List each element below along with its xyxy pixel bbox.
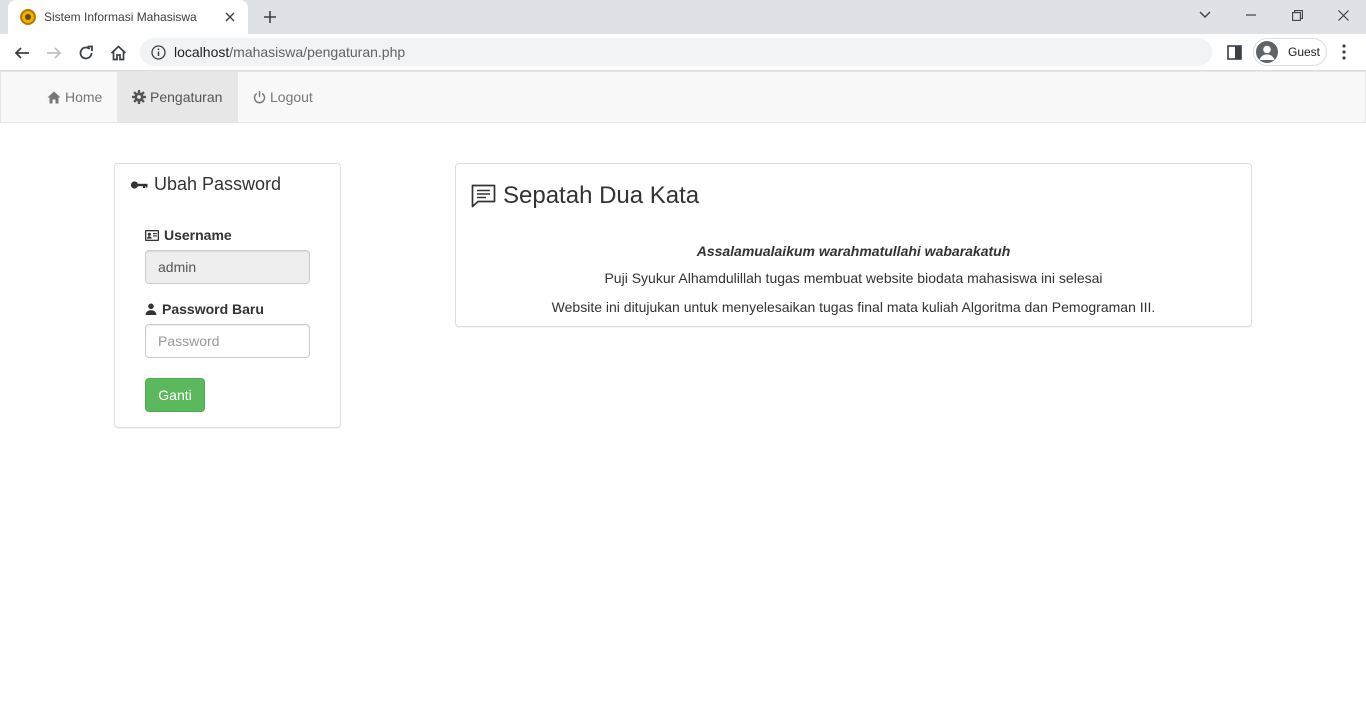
browser-tab[interactable]: Sistem Informasi Mahasiswa	[8, 0, 248, 34]
avatar-icon	[1256, 41, 1278, 63]
close-tab-icon[interactable]	[222, 9, 238, 25]
username-label: Username	[145, 227, 232, 243]
home-icon	[47, 91, 61, 103]
change-password-panel: Ubah Password Username Password Baru Gan…	[114, 163, 341, 428]
minimize-button[interactable]	[1228, 0, 1274, 30]
password-label: Password Baru	[145, 301, 264, 317]
welcome-line-2: Website ini ditujukan untuk menyelesaika…	[551, 299, 1156, 315]
tab-title: Sistem Informasi Mahasiswa	[44, 10, 197, 24]
site-favicon-icon	[20, 9, 36, 25]
browser-menu-icon[interactable]	[1334, 42, 1354, 62]
user-icon	[145, 303, 157, 315]
nav-item-logout[interactable]: Logout	[238, 72, 328, 122]
new-password-field[interactable]	[145, 324, 310, 358]
side-panel-icon[interactable]	[1224, 42, 1244, 62]
nav-item-pengaturan[interactable]: Pengaturan	[117, 72, 238, 122]
nav-item-label: Pengaturan	[150, 89, 223, 105]
close-window-button[interactable]	[1320, 0, 1366, 30]
profile-label: Guest	[1288, 45, 1321, 59]
panel-title: Ubah Password	[130, 174, 281, 195]
address-bar[interactable]: localhost/mahasiswa/pengaturan.php	[140, 38, 1212, 66]
site-navbar: Home Pengaturan Logout	[0, 71, 1366, 123]
browser-toolbar: localhost/mahasiswa/pengaturan.php Guest	[0, 34, 1366, 71]
key-icon	[130, 180, 148, 189]
gear-icon	[132, 90, 146, 104]
forward-button[interactable]	[40, 39, 68, 67]
greeting-text: Assalamualaikum warahmatullahi wabarakat…	[696, 243, 1011, 259]
reload-button[interactable]	[72, 39, 100, 67]
profile-button[interactable]: Guest	[1253, 38, 1327, 66]
id-card-icon	[145, 229, 159, 241]
welcome-panel: Sepatah Dua Kata Assalamualaikum warahma…	[455, 163, 1252, 327]
username-field[interactable]	[145, 250, 310, 284]
restore-button[interactable]	[1274, 0, 1320, 30]
ganti-button[interactable]: Ganti	[145, 378, 205, 412]
site-info-icon[interactable]	[150, 44, 166, 60]
home-button[interactable]	[104, 39, 132, 67]
panel-title: Sepatah Dua Kata	[471, 182, 699, 210]
nav-item-label: Home	[65, 89, 103, 105]
browser-tabbar: Sistem Informasi Mahasiswa	[0, 0, 1366, 34]
new-tab-button[interactable]	[258, 6, 282, 28]
tab-search-chevron-down-icon[interactable]	[1182, 0, 1228, 30]
welcome-line-1: Puji Syukur Alhamdulillah tugas membuat …	[604, 270, 1103, 286]
back-button[interactable]	[8, 39, 36, 67]
nav-item-label: Logout	[270, 89, 313, 105]
comment-icon	[471, 184, 496, 208]
nav-item-home[interactable]: Home	[32, 72, 117, 122]
url-text: localhost/mahasiswa/pengaturan.php	[174, 44, 406, 60]
power-icon	[253, 91, 266, 104]
